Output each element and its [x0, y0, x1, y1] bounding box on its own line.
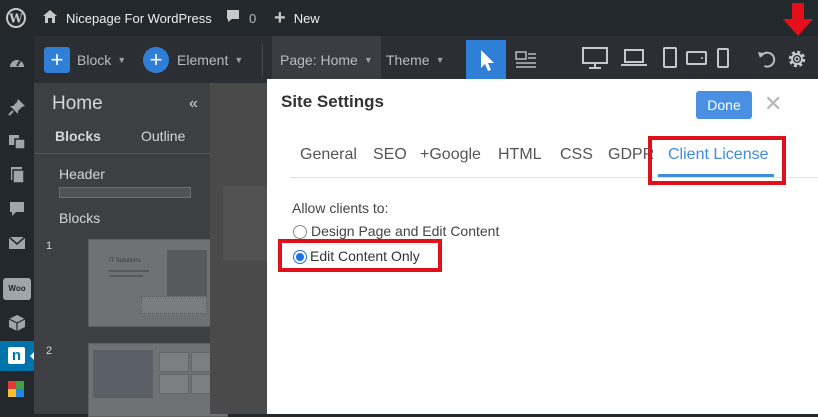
caret-down-icon: ▼ [234, 54, 244, 65]
add-element-button[interactable]: + Element ▼ [143, 36, 243, 83]
dialog-title: Site Settings [281, 92, 384, 111]
pages-icon[interactable] [0, 160, 34, 190]
undo-icon [758, 51, 776, 68]
plus-circle-icon: + [143, 46, 169, 73]
caret-down-icon: ▼ [435, 54, 445, 65]
tablet-icon [663, 47, 677, 68]
allow-clients-label: Allow clients to: [292, 200, 389, 216]
dashboard-icon[interactable] [0, 48, 34, 78]
comment-icon [225, 9, 241, 27]
media-icon[interactable] [0, 126, 34, 156]
phone-view-button[interactable] [717, 48, 729, 73]
colorful-plugin-icon[interactable] [8, 381, 24, 397]
thumb-person-image [167, 250, 207, 302]
tablet-landscape-icon [686, 51, 707, 65]
home-icon [42, 9, 58, 27]
done-button[interactable]: Done [696, 91, 752, 119]
element-label: Element [177, 51, 229, 68]
canvas-block[interactable] [223, 186, 267, 261]
toolbar-divider [262, 44, 263, 76]
header-thumbnail[interactable] [59, 187, 191, 198]
tab-general[interactable]: General [300, 146, 357, 164]
layout-icon [515, 51, 536, 68]
tab-html[interactable]: HTML [498, 146, 542, 164]
nicepage-icon: n [8, 347, 25, 364]
laptop-view-button[interactable] [620, 48, 648, 73]
tab-google[interactable]: +Google [420, 146, 481, 164]
blocks-section-label: Blocks [59, 210, 101, 226]
caret-down-icon: ▼ [363, 54, 373, 65]
nicepage-toolbar: + Block ▼ + Element ▼ Page: Home ▼ Theme… [34, 36, 818, 83]
collapse-panel-button[interactable]: « [189, 95, 198, 113]
wordpress-logo-icon[interactable]: W [6, 0, 26, 36]
block-label: Block [77, 51, 112, 68]
thumb-handshake-image [93, 350, 153, 398]
highlight-box-edit-content [278, 239, 442, 272]
svg-text:W: W [8, 12, 23, 26]
panel-title: Home [52, 93, 103, 114]
block-number: 2 [46, 345, 53, 357]
laptop-icon [621, 49, 647, 66]
header-section-label[interactable]: Header [59, 166, 105, 182]
tab-outline[interactable]: Outline [141, 128, 185, 144]
mail-icon[interactable] [0, 228, 34, 258]
desktop-icon [582, 47, 608, 69]
radio-design-page[interactable] [293, 225, 307, 239]
site-home-link[interactable]: Nicepage For WordPress [42, 0, 212, 36]
page-label: Page: Home [280, 51, 358, 68]
comments-link[interactable]: 0 [225, 0, 256, 36]
desktop-view-button[interactable] [581, 46, 609, 75]
wp-admin-sidebar: Woo n [0, 36, 34, 414]
pin-icon[interactable] [0, 92, 34, 122]
page-select[interactable]: Page: Home ▼ [272, 36, 381, 83]
gear-icon [788, 50, 806, 68]
comments-count: 0 [249, 10, 257, 26]
new-label: New [293, 10, 320, 26]
divider [34, 153, 210, 154]
comments-menu-icon[interactable] [0, 194, 34, 224]
nicepage-menu-item[interactable]: n [0, 341, 34, 371]
cursor-icon [481, 50, 494, 71]
new-content-link[interactable]: + New [274, 0, 320, 36]
phone-icon [717, 48, 729, 68]
woocommerce-icon[interactable]: Woo [3, 278, 31, 300]
site-settings-button[interactable] [786, 48, 808, 75]
theme-label: Theme [386, 51, 430, 68]
block-thumbnail[interactable]: IT Solutions [88, 239, 228, 327]
undo-button[interactable] [756, 49, 776, 74]
wp-admin-bar: W Nicepage For WordPress 0 + New [0, 0, 818, 36]
tab-blocks[interactable]: Blocks [55, 128, 101, 144]
box-icon[interactable] [0, 308, 34, 338]
block-number: 1 [46, 240, 53, 252]
highlight-box-client-license [648, 136, 786, 185]
add-block-button[interactable]: + Block ▼ [44, 36, 126, 83]
tab-seo[interactable]: SEO [373, 146, 407, 164]
theme-select[interactable]: Theme ▼ [386, 36, 445, 83]
tablet-view-button[interactable] [662, 47, 678, 74]
site-name: Nicepage For WordPress [66, 10, 212, 26]
close-icon[interactable]: ✕ [764, 92, 782, 116]
thumb-heading: IT Solutions [109, 258, 141, 264]
block-thumbnail[interactable] [88, 343, 228, 417]
plus-icon: + [274, 6, 286, 29]
editor-side-panel: Home « Blocks Outline Header Blocks 1 IT… [34, 83, 228, 417]
panel-view-button[interactable] [515, 51, 537, 74]
plus-square-icon: + [44, 46, 70, 73]
tab-css[interactable]: CSS [560, 146, 593, 164]
caret-down-icon: ▼ [117, 54, 127, 65]
tablet-landscape-view-button[interactable] [686, 50, 708, 71]
select-mode-button[interactable] [466, 40, 506, 80]
option-design-page-label[interactable]: Design Page and Edit Content [311, 223, 499, 239]
